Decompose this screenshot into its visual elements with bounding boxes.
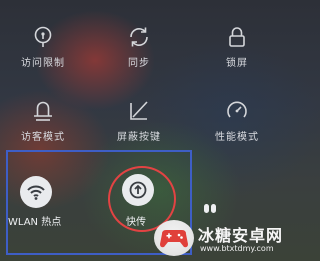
padlock-icon — [229, 27, 245, 47]
speedometer-icon — [227, 101, 247, 118]
guest-icon — [34, 101, 52, 121]
page-dot — [204, 204, 209, 213]
tile-guest-mode-label: 访客模式 — [21, 132, 65, 143]
watermark-url: www.btxtdmy.com — [200, 244, 274, 253]
tile-lock-screen-label: 锁屏 — [226, 58, 248, 69]
watermark-name: 冰糖安卓网 — [198, 226, 284, 245]
tile-hide-nav-keys[interactable]: 屏蔽按键 — [96, 98, 182, 143]
gamepad-logo-icon — [160, 230, 188, 248]
wlan-hotspot-button[interactable] — [20, 176, 52, 208]
tile-lock-screen[interactable]: 锁屏 — [194, 24, 280, 69]
tile-sync[interactable]: 同步 — [96, 24, 182, 69]
watermark: 冰糖安卓网 www.btxtdmy.com — [150, 218, 285, 261]
tile-guest-mode[interactable]: 访客模式 — [0, 98, 86, 143]
hotspot-icon — [27, 185, 45, 200]
tile-access-limit-label: 访问限制 — [21, 58, 65, 69]
lock-question-icon — [34, 26, 52, 47]
sync-icon — [130, 27, 148, 47]
page-dot — [211, 204, 216, 213]
tile-hide-nav-keys-label: 屏蔽按键 — [117, 132, 161, 143]
tile-performance-mode-label: 性能模式 — [215, 132, 259, 143]
watermark-logo — [154, 220, 194, 256]
nav-block-icon — [130, 101, 148, 120]
tile-sync-label: 同步 — [128, 58, 150, 69]
tile-access-limit[interactable]: 访问限制 — [0, 24, 86, 69]
page-indicator — [204, 204, 216, 213]
wlan-hotspot-label: WLAN 热点 — [8, 217, 62, 228]
tile-performance-mode[interactable]: 性能模式 — [194, 98, 280, 143]
